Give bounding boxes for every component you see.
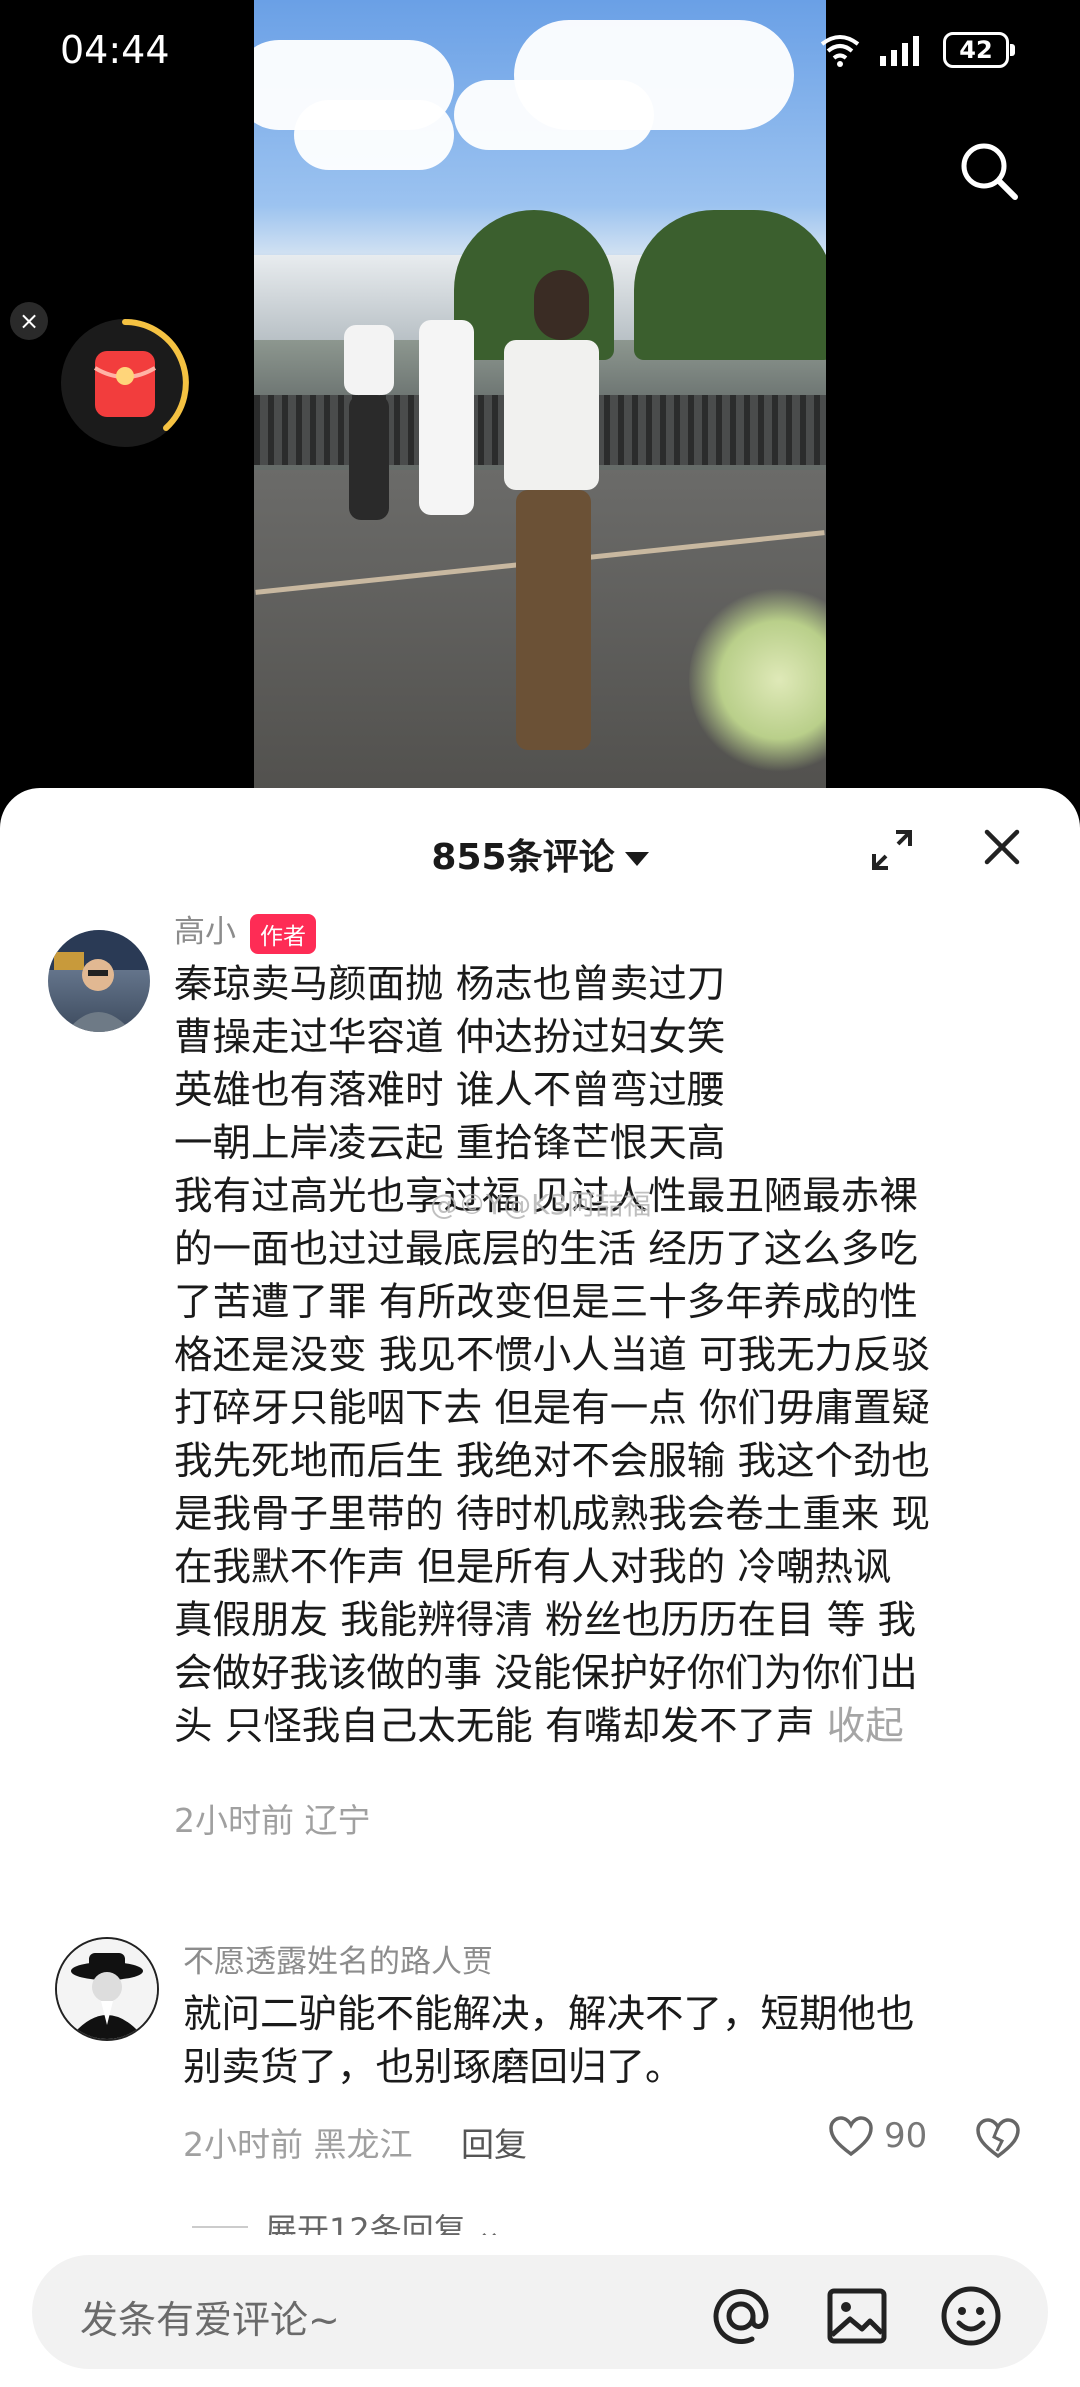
expand-icon[interactable] xyxy=(870,828,914,872)
author-name[interactable]: 高小 xyxy=(174,914,236,950)
image-icon[interactable] xyxy=(824,2283,890,2349)
search-icon[interactable] xyxy=(958,140,1020,202)
at-icon[interactable] xyxy=(708,2283,774,2349)
avatar[interactable] xyxy=(55,1937,159,2041)
wifi-icon xyxy=(820,35,860,67)
divider xyxy=(192,2226,248,2228)
comment-time: 2小时前 xyxy=(183,2125,303,2164)
comment-input-placeholder: 发条有爱评论~ xyxy=(80,2298,340,2342)
avatar[interactable] xyxy=(48,930,150,1032)
comment-count-header[interactable]: 855条评论 xyxy=(0,828,1080,880)
dislike-icon[interactable] xyxy=(975,2117,1021,2159)
emoji-icon[interactable] xyxy=(938,2283,1004,2349)
battery-indicator: 42 xyxy=(943,32,1015,68)
reply-button[interactable]: 回复 xyxy=(461,2125,527,2164)
comment-input-bar: 发条有爱评论~ xyxy=(0,2235,1080,2387)
comment-text[interactable]: 就问二驴能不能解决，解决不了，短期他也 别卖货了，也别琢磨回归了。 xyxy=(183,1988,1043,2094)
status-time: 04:44 xyxy=(60,28,170,72)
comment-count: 855条评论 xyxy=(431,837,615,878)
comment-input[interactable]: 发条有爱评论~ xyxy=(32,2255,1048,2369)
heart-icon xyxy=(829,2116,873,2157)
chevron-down-icon xyxy=(624,852,649,866)
signal-icon xyxy=(880,36,919,66)
comment-location: 辽宁 xyxy=(304,1801,371,1840)
author-badge: 作者 xyxy=(250,913,316,954)
comment-meta: 2小时前 黑龙江 回复 xyxy=(183,2118,527,2166)
comment-username[interactable]: 不愿透露姓名的路人贾 xyxy=(183,1936,493,1981)
comment-username[interactable]: 高小 作者 xyxy=(174,906,316,954)
close-icon[interactable] xyxy=(983,828,1021,866)
like-button[interactable]: 90 xyxy=(828,2115,927,2157)
watermark: @©Y@K3阿喆福 xyxy=(430,1188,652,1221)
comment-text[interactable]: 秦琼卖马颜面抛 杨志也曾卖过刀 曹操走过华容道 仲达扮过妇女笑 英雄也有落难时 … xyxy=(174,958,1054,1753)
comment-meta: 2小时前 辽宁 xyxy=(174,1794,371,1842)
like-count: 90 xyxy=(884,2116,928,2156)
comment-body: 秦琼卖马颜面抛 杨志也曾卖过刀 曹操走过华容道 仲达扮过妇女笑 英雄也有落难时 … xyxy=(174,962,930,1749)
collapse-link[interactable]: 收起 xyxy=(827,1704,904,1749)
video-player[interactable] xyxy=(254,0,826,790)
comment-time: 2小时前 xyxy=(174,1801,294,1840)
red-packet-icon[interactable] xyxy=(58,316,192,450)
close-widget-button[interactable]: × xyxy=(10,302,48,340)
comment-location: 黑龙江 xyxy=(313,2125,413,2164)
